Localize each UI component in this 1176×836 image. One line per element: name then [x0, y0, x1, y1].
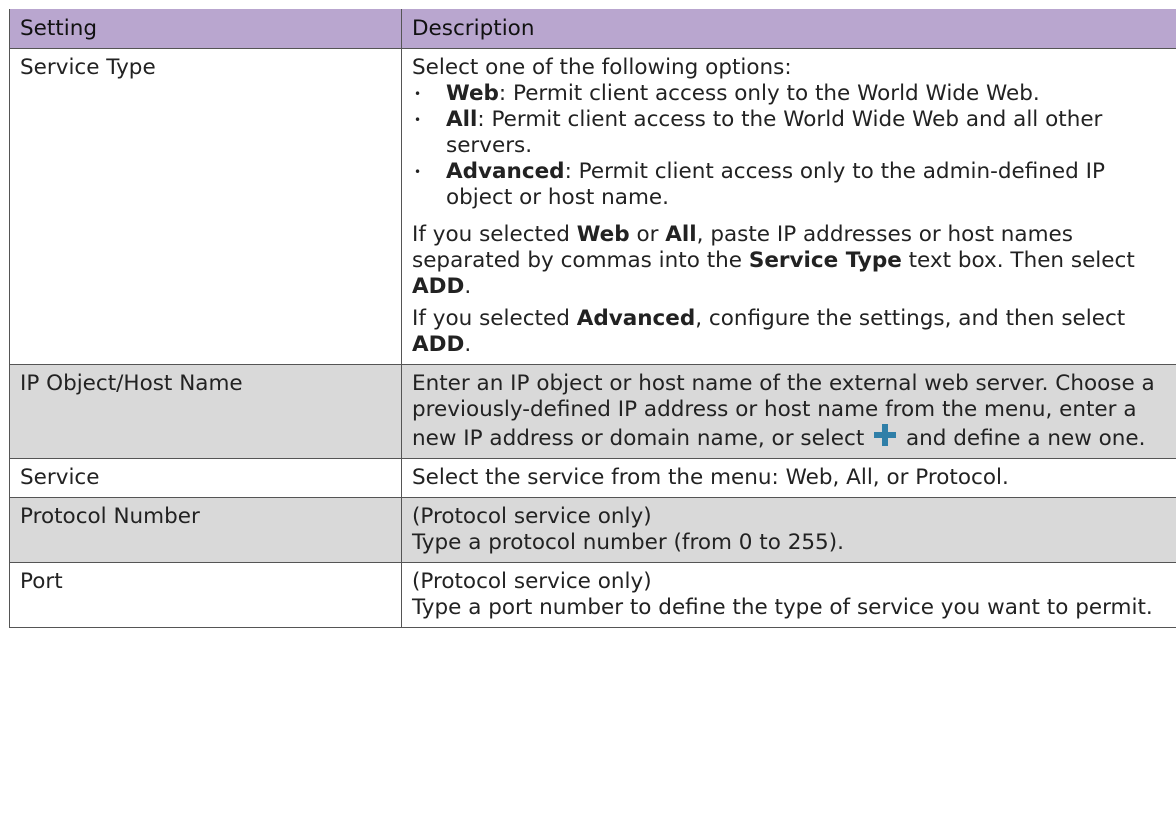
option-web: Web: Permit client access only to the Wo…	[412, 81, 1164, 107]
description-cell: Select the service from the menu: Web, A…	[401, 458, 1176, 498]
description-cell: (Protocol service only) Type a port numb…	[401, 562, 1176, 628]
table-row-service: Service Select the service from the menu…	[9, 458, 1176, 498]
qualifier-text: (Protocol service only)	[412, 504, 652, 529]
option-advanced: Advanced: Permit client access only to t…	[412, 159, 1164, 211]
note-bold: ADD	[412, 332, 465, 357]
description-cell: (Protocol service only) Type a protocol …	[401, 497, 1176, 563]
description-cell: Select one of the following options: Web…	[401, 48, 1176, 365]
option-all: All: Permit client access to the World W…	[412, 107, 1164, 159]
option-text: : Permit client access only to the World…	[498, 81, 1040, 106]
setting-cell: Port	[9, 562, 402, 628]
setting-cell: Service Type	[9, 48, 402, 365]
table-header-row: Setting Description	[9, 9, 1176, 49]
options-intro: Select one of the following options:	[412, 55, 792, 80]
note-bold: Web	[576, 222, 630, 247]
qualifier-text: (Protocol service only)	[412, 569, 652, 594]
column-header-description: Description	[401, 9, 1176, 49]
note-bold: All	[665, 222, 697, 247]
ip-object-text-end: and define a new one.	[905, 426, 1146, 451]
option-text: : Permit client access to the World Wide…	[446, 107, 1103, 158]
option-name: Web	[446, 81, 499, 106]
description-cell: Enter an IP object or host name of the e…	[401, 364, 1176, 459]
table-row-ip-object: IP Object/Host Name Enter an IP object o…	[9, 364, 1176, 459]
note-advanced: If you selected Advanced, configure the …	[412, 306, 1164, 358]
note-bold: ADD	[412, 274, 465, 299]
description-text: Type a protocol number (from 0 to 255).	[412, 530, 844, 555]
note-bold: Service Type	[748, 248, 902, 273]
table-row-service-type: Service Type Select one of the following…	[9, 48, 1176, 365]
setting-cell: IP Object/Host Name	[9, 364, 402, 459]
note-text: .	[464, 332, 472, 357]
options-list: Web: Permit client access only to the Wo…	[412, 81, 1164, 211]
table-row-port: Port (Protocol service only) Type a port…	[9, 562, 1176, 628]
option-name: Advanced	[446, 159, 565, 184]
note-text: text box. Then select	[901, 248, 1135, 273]
note-text: If you selected	[412, 222, 577, 247]
note-text: or	[629, 222, 666, 247]
settings-table: Setting Description Service Type Select …	[9, 9, 1176, 628]
note-text: If you selected	[412, 306, 577, 331]
description-text: Type a port number to define the type of…	[412, 595, 1153, 620]
setting-cell: Service	[9, 458, 402, 498]
column-header-setting: Setting	[9, 9, 402, 49]
plus-icon	[874, 424, 897, 446]
note-web-all: If you selected Web or All, paste IP add…	[412, 222, 1164, 300]
setting-cell: Protocol Number	[9, 497, 402, 563]
table-row-protocol-number: Protocol Number (Protocol service only) …	[9, 497, 1176, 563]
note-text: , configure the settings, and then selec…	[695, 306, 1126, 331]
note-bold: Advanced	[576, 306, 696, 331]
note-text: .	[464, 274, 472, 299]
option-name: All	[446, 107, 478, 132]
